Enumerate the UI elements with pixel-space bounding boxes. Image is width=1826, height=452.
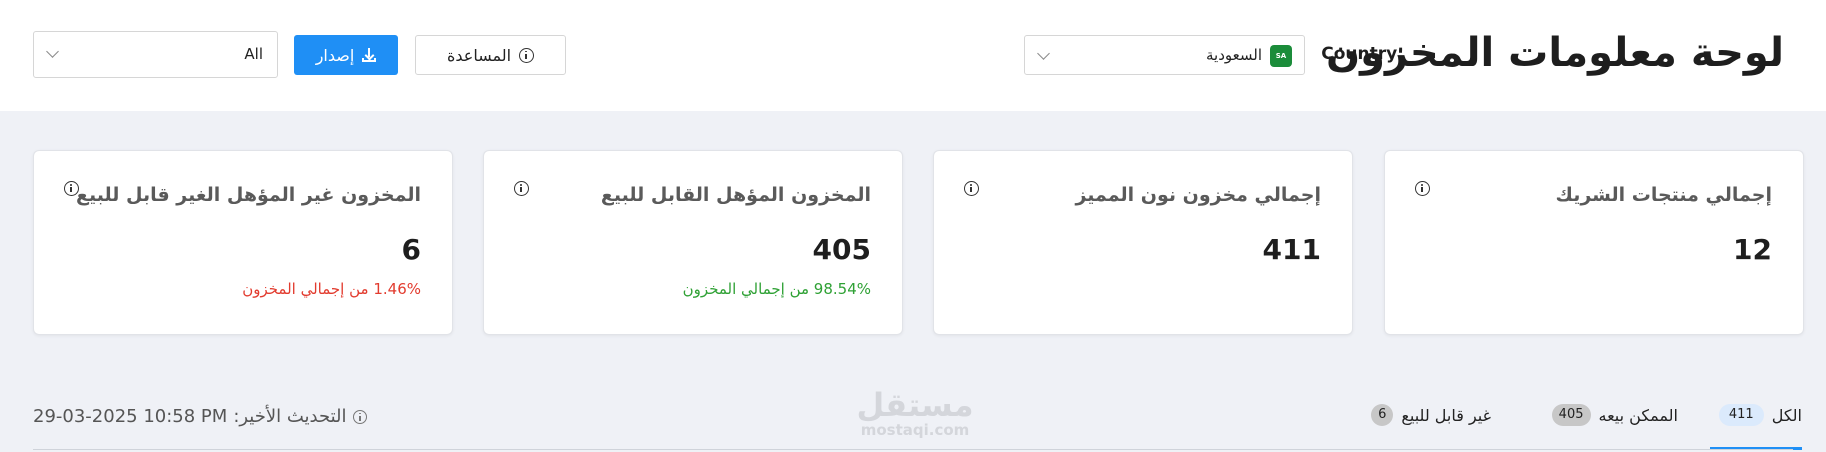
last-update-value: 29-03-2025 10:58 PM <box>33 406 228 427</box>
saudi-flag-icon: SA <box>1270 45 1292 67</box>
tab-all[interactable]: الكل 411 <box>1718 404 1802 426</box>
card-value: 405 <box>812 233 871 266</box>
country-label: Country: <box>1321 44 1404 64</box>
watermark-logo: مستقل mostaqi.com <box>856 386 974 439</box>
info-icon <box>352 409 367 424</box>
tab-label: الكل <box>1771 405 1802 425</box>
info-icon <box>519 47 535 63</box>
divider <box>33 449 1793 450</box>
card-value: 6 <box>401 233 421 266</box>
info-icon[interactable] <box>1415 181 1430 196</box>
card-noon-inventory: إجمالي مخزون نون المميز 411 <box>933 150 1353 335</box>
card-title: المخزون غير المؤهل الغير قابل للبيع <box>76 184 421 206</box>
card-sellable-inventory: المخزون المؤهل القابل للبيع 405 98.54% م… <box>483 150 903 335</box>
tab-unsellable[interactable]: غير قابل للبيع 6 <box>1371 404 1491 426</box>
info-icon[interactable] <box>64 181 79 196</box>
filter-select[interactable]: All <box>33 31 278 78</box>
chevron-down-icon <box>1037 47 1050 60</box>
count-badge: 405 <box>1551 404 1591 426</box>
card-title: المخزون المؤهل القابل للبيع <box>600 184 871 206</box>
chevron-down-icon <box>46 45 59 58</box>
card-partner-products: إجمالي منتجات الشريك 12 <box>1384 150 1804 335</box>
card-subtext: 98.54% من إجمالي المخزون <box>682 280 871 298</box>
download-icon <box>362 48 377 62</box>
export-button[interactable]: إصدار <box>294 35 398 75</box>
count-badge: 6 <box>1371 404 1394 426</box>
tab-label: غير قابل للبيع <box>1401 405 1491 425</box>
tab-label: الممكن بيعه <box>1598 405 1679 425</box>
count-badge: 411 <box>1718 404 1764 426</box>
card-unsellable-inventory: المخزون غير المؤهل الغير قابل للبيع 6 1.… <box>33 150 453 335</box>
tab-sellable[interactable]: الممكن بيعه 405 <box>1551 404 1679 426</box>
country-select-value: السعودية <box>1205 46 1262 64</box>
card-value: 12 <box>1733 233 1772 266</box>
info-icon[interactable] <box>964 181 979 196</box>
last-update: التحديث الأخير: 29-03-2025 10:58 PM <box>33 406 367 427</box>
filter-select-value: All <box>244 45 263 63</box>
help-button-label: المساعدة <box>446 45 512 65</box>
card-subtext: 1.46% من إجمالي المخزون <box>242 280 421 298</box>
top-bar: لوحة معلومات المخزون Country: SA السعودي… <box>0 0 1826 111</box>
info-icon[interactable] <box>514 181 529 196</box>
country-select[interactable]: SA السعودية <box>1024 35 1305 75</box>
card-title: إجمالي منتجات الشريك <box>1555 184 1773 206</box>
card-value: 411 <box>1262 233 1321 266</box>
help-button[interactable]: المساعدة <box>415 35 566 75</box>
export-button-label: إصدار <box>315 45 355 65</box>
last-update-label: التحديث الأخير: <box>233 406 347 427</box>
card-title: إجمالي مخزون نون المميز <box>1075 184 1321 206</box>
